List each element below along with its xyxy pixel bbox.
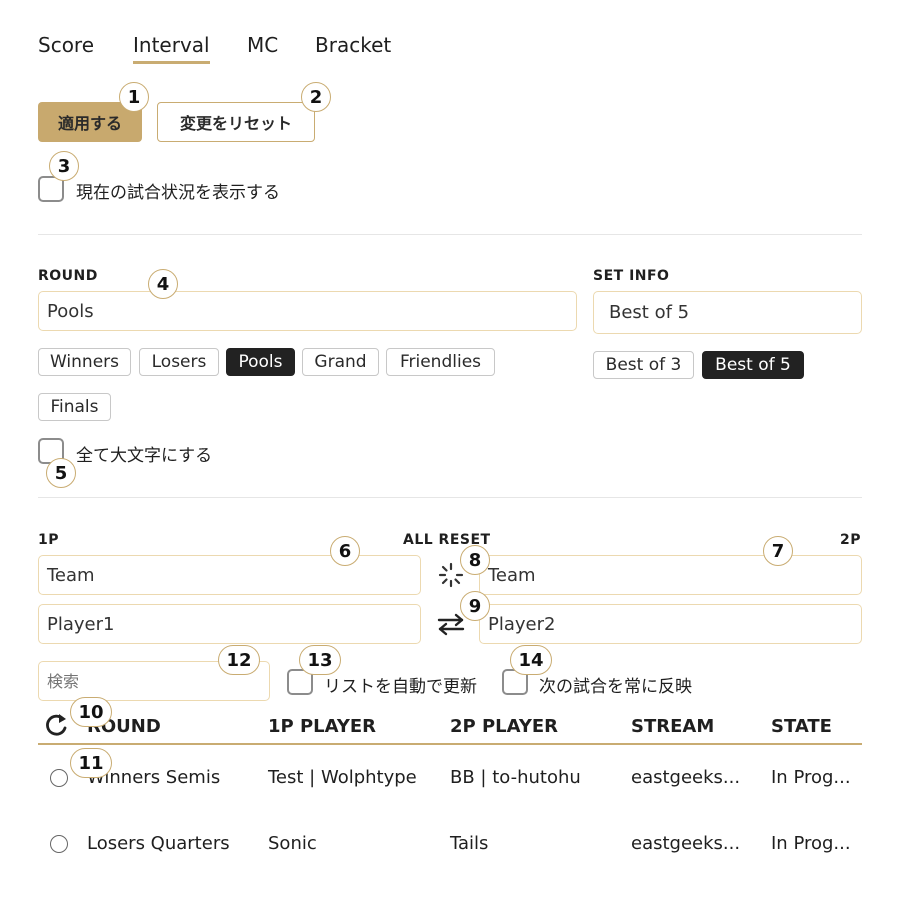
p2-label: 2P [840,532,862,548]
reset-changes-button[interactable]: 変更をリセット [157,102,315,142]
annotation-badge: 6 [330,536,360,566]
annotation-badge: 10 [70,697,112,727]
set-info-input[interactable]: Best of 5 [593,291,862,334]
round-preset-grand[interactable]: Grand [302,348,379,376]
annotation-badge: 9 [460,591,490,621]
round-preset-pools[interactable]: Pools [226,348,295,376]
refresh-icon[interactable] [44,711,70,739]
col-header-1p-player: 1P PLAYER [268,716,377,737]
cell-2p-player: Tails [450,833,489,854]
p1-team-value: Team [47,564,95,586]
table-row[interactable]: Losers Quarters Sonic Tails eastgeeks...… [0,821,900,869]
set-info-section-label: SET INFO [593,268,670,284]
tab-score[interactable]: Score [38,33,94,57]
annotation-badge: 13 [299,645,341,675]
round-preset-winners[interactable]: Winners [38,348,131,376]
round-value: Pools [47,300,94,322]
tab-interval[interactable]: Interval [133,33,210,64]
cell-2p-player: BB | to-hutohu [450,767,581,788]
set-info-value: Best of 5 [609,302,690,323]
swap-icon[interactable] [436,612,466,636]
p1-player-input[interactable]: Player1 [38,604,421,644]
annotation-badge: 4 [148,269,178,299]
table-row[interactable]: Winners Semis Test | Wolphtype BB | to-h… [0,755,900,803]
p1-team-input[interactable]: Team [38,555,421,595]
annotation-badge: 7 [763,536,793,566]
cell-round: Losers Quarters [87,833,230,854]
col-header-stream: STREAM [631,716,715,737]
round-input[interactable]: Pools [38,291,577,331]
tab-bracket[interactable]: Bracket [315,33,391,57]
p2-player-value: Player2 [488,613,556,635]
uppercase-label: 全て大文字にする [76,446,213,466]
show-status-label: 現在の試合状況を表示する [76,183,280,203]
round-preset-losers[interactable]: Losers [139,348,219,376]
annotation-badge: 3 [49,151,79,181]
col-header-2p-player: 2P PLAYER [450,716,559,737]
cell-state: In Prog... [771,767,851,788]
row-select-radio[interactable] [50,769,68,787]
table-header-divider [38,743,862,745]
annotation-badge: 2 [301,82,331,112]
divider [38,497,862,498]
annotation-badge: 1 [119,82,149,112]
annotation-badge: 12 [218,645,260,675]
cell-1p-player: Test | Wolphtype [268,767,417,788]
p2-player-input[interactable]: Player2 [479,604,862,644]
cell-stream: eastgeeks... [631,833,741,854]
p2-team-input[interactable]: Team [479,555,862,595]
annotation-badge: 11 [70,748,112,778]
col-header-state: STATE [771,716,832,737]
annotation-badge: 14 [510,645,552,675]
round-preset-finals[interactable]: Finals [38,393,111,421]
set-preset-bo5[interactable]: Best of 5 [702,351,804,379]
round-section-label: ROUND [38,268,98,284]
cell-state: In Prog... [771,833,851,854]
auto-update-label: リストを自動で更新 [324,677,477,697]
p1-label: 1P [38,532,60,548]
annotation-badge: 5 [46,458,76,488]
set-preset-bo3[interactable]: Best of 3 [593,351,694,379]
tab-mc[interactable]: MC [247,33,278,57]
divider [38,234,862,235]
row-select-radio[interactable] [50,835,68,853]
reflect-next-label: 次の試合を常に反映 [539,677,692,697]
cell-stream: eastgeeks... [631,767,741,788]
annotation-badge: 8 [460,545,490,575]
round-preset-friendlies[interactable]: Friendlies [386,348,495,376]
p2-team-value: Team [488,564,536,586]
p1-player-value: Player1 [47,613,115,635]
cell-1p-player: Sonic [268,833,317,854]
